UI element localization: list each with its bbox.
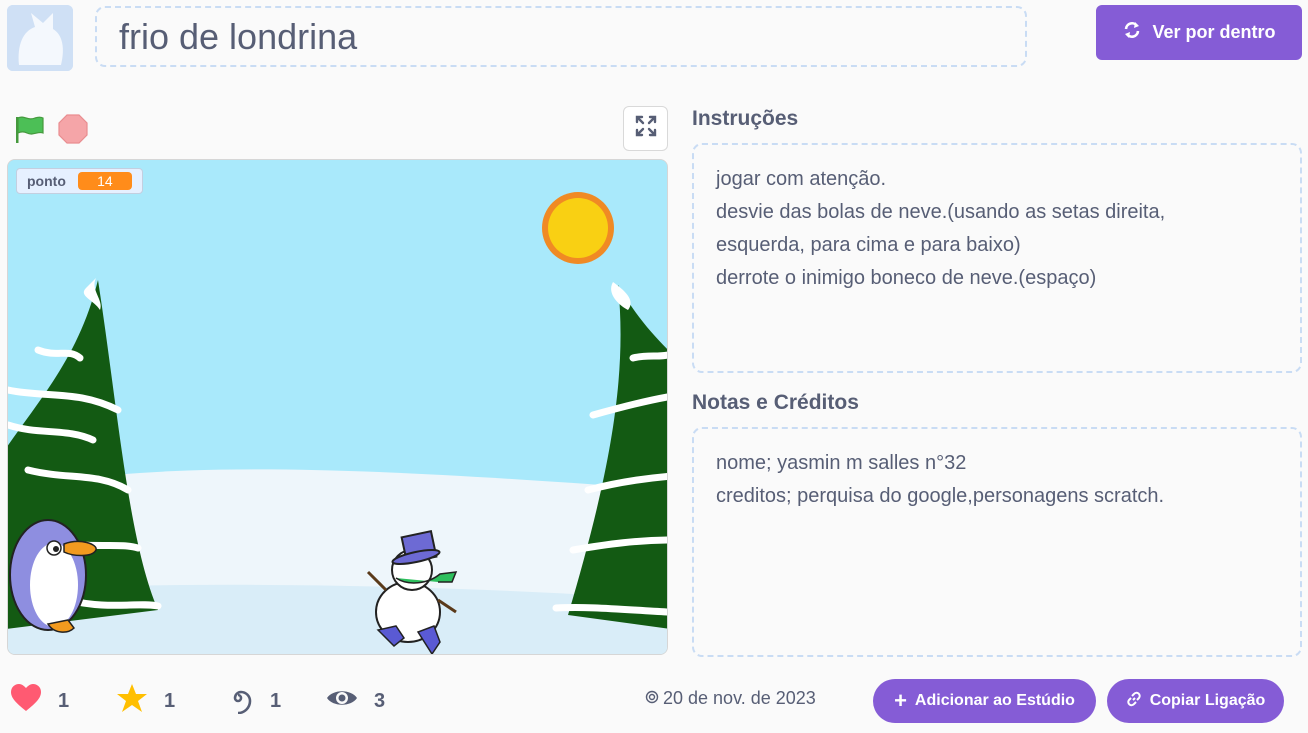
date-icon <box>645 688 659 709</box>
variable-monitor[interactable]: ponto 14 <box>16 168 143 194</box>
see-inside-button[interactable]: Ver por dentro <box>1096 5 1302 60</box>
fullscreen-icon <box>635 115 657 142</box>
love-count: 1 <box>58 689 70 712</box>
notes-textarea[interactable]: nome; yasmin m salles n°32 creditos; per… <box>692 427 1302 657</box>
stage-backdrop <box>8 160 667 654</box>
remix-stat: 1 <box>222 685 281 717</box>
sun-sprite <box>542 192 614 264</box>
notes-line: nome; yasmin m salles n°32 <box>716 452 967 474</box>
instructions-line: jogar com atenção. <box>716 168 887 190</box>
share-date: 20 de nov. de 2023 <box>645 688 816 709</box>
add-to-studio-button[interactable]: + Adicionar ao Estúdio <box>873 679 1096 723</box>
project-title-input[interactable]: frio de londrina <box>95 6 1027 67</box>
green-flag-icon[interactable] <box>13 113 47 145</box>
remix-arrows-icon <box>1122 20 1142 45</box>
remix-icon <box>222 682 254 720</box>
fullscreen-button[interactable] <box>623 106 668 151</box>
eye-icon <box>326 687 358 715</box>
star-icon <box>116 683 148 719</box>
user-avatar[interactable] <box>7 5 73 71</box>
favorite-stat[interactable]: 1 <box>116 683 176 719</box>
add-to-studio-label: Adicionar ao Estúdio <box>914 692 1075 709</box>
love-stat[interactable]: 1 <box>10 683 70 719</box>
remix-count: 1 <box>270 689 282 712</box>
plus-icon: + <box>894 688 907 713</box>
see-inside-label: Ver por dentro <box>1152 22 1276 42</box>
project-stage[interactable]: ponto 14 <box>7 159 668 655</box>
monitor-value: 14 <box>77 172 132 190</box>
link-icon <box>1126 691 1142 712</box>
monitor-label: ponto <box>27 173 66 189</box>
notes-line: creditos; perquisa do google,personagens… <box>716 485 1165 507</box>
copy-link-button[interactable]: Copiar Ligação <box>1107 679 1284 723</box>
date-label: 20 de nov. de 2023 <box>663 688 816 708</box>
instructions-heading: Instruções <box>692 107 799 130</box>
instructions-line: desvie das bolas de neve.(usando as seta… <box>716 201 1166 223</box>
notes-heading: Notas e Créditos <box>692 391 859 414</box>
favorite-count: 1 <box>164 689 176 712</box>
stop-icon[interactable] <box>57 113 89 145</box>
view-count: 3 <box>374 689 386 712</box>
view-stat: 3 <box>326 685 385 717</box>
instructions-line: esquerda, para cima e para baixo) <box>716 234 1021 256</box>
instructions-line: derrote o inimigo boneco de neve.(espaço… <box>716 267 1097 289</box>
copy-link-label: Copiar Ligação <box>1149 692 1266 709</box>
heart-icon <box>10 683 42 719</box>
instructions-textarea[interactable]: jogar com atenção. desvie das bolas de n… <box>692 143 1302 373</box>
